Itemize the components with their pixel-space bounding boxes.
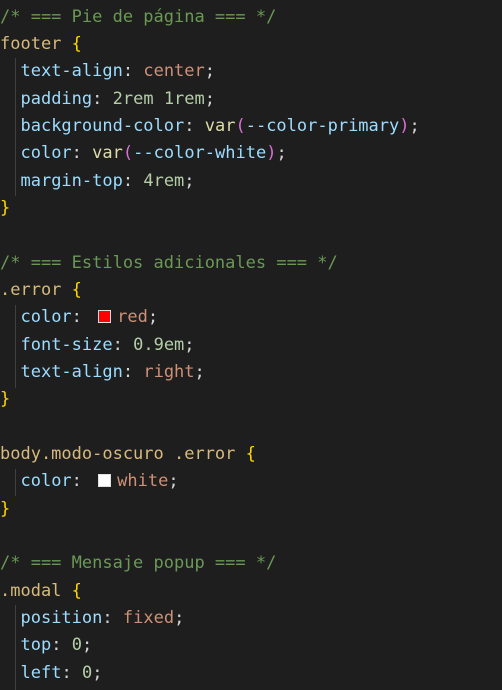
open-brace: {: [71, 581, 82, 601]
code-line: }: [0, 386, 502, 413]
open-paren: (: [235, 116, 246, 136]
property: text-align: [20, 362, 123, 382]
code-line: }: [0, 496, 502, 523]
selector: body.modo-oscuro .error: [0, 444, 236, 464]
code-line: padding: 2rem 1rem;: [0, 86, 502, 113]
code-line: color: white;: [0, 468, 502, 495]
colon: :: [71, 143, 82, 163]
close-brace: }: [0, 499, 11, 519]
property: padding: [20, 89, 93, 109]
property: margin-top: [20, 171, 123, 191]
colon: :: [102, 608, 113, 628]
code-editor[interactable]: /* === Pie de página === */ footer { tex…: [0, 0, 502, 690]
code-line: top: 0;: [0, 632, 502, 659]
close-brace: }: [0, 198, 11, 218]
semicolon: ;: [409, 116, 420, 136]
property: color: [20, 143, 72, 163]
variable: --color-primary: [245, 116, 400, 136]
code-line: text-align: center;: [0, 58, 502, 85]
function: var: [92, 143, 123, 163]
code-line: body.modo-oscuro .error {: [0, 441, 502, 468]
variable: --color-white: [133, 143, 267, 163]
code-line: }: [0, 195, 502, 222]
close-paren: ): [266, 143, 277, 163]
value: 0: [81, 663, 93, 683]
value: 4rem: [143, 171, 185, 191]
semicolon: ;: [194, 362, 205, 382]
color-swatch-icon[interactable]: [98, 474, 112, 487]
semicolon: ;: [276, 143, 287, 163]
value: right: [143, 362, 195, 382]
property: left: [20, 663, 62, 683]
semicolon: ;: [204, 61, 216, 81]
semicolon: ;: [184, 335, 195, 355]
value: 2rem 1rem: [112, 89, 205, 109]
semicolon: ;: [184, 171, 195, 191]
colon: :: [51, 635, 62, 655]
open-paren: (: [122, 143, 134, 163]
value: 0.9em: [133, 335, 185, 355]
comment: /* === Pie de página === */: [0, 7, 277, 27]
selector: .modal: [0, 581, 62, 601]
comment: /* === Estilos adicionales === */: [0, 253, 338, 273]
colon: :: [71, 471, 82, 491]
close-brace: }: [0, 389, 11, 409]
property: font-size: [20, 335, 113, 355]
colon: :: [61, 663, 72, 683]
open-brace: {: [71, 280, 82, 300]
value: white: [117, 471, 169, 491]
code-line: /* === Estilos adicionales === */: [0, 250, 502, 277]
value: fixed: [122, 608, 175, 628]
open-brace: {: [245, 444, 256, 464]
semicolon: ;: [204, 89, 216, 109]
open-brace: {: [71, 34, 82, 54]
code-line: /* === Mensaje popup === */: [0, 550, 502, 577]
code-line: left: 0;: [0, 660, 502, 687]
colon: :: [71, 307, 82, 327]
code-line: color: red;: [0, 304, 502, 331]
property: position: [20, 608, 103, 628]
property: color: [20, 471, 72, 491]
code-line: color: var(--color-white);: [0, 140, 502, 167]
code-line: position: fixed;: [0, 605, 502, 632]
code-line: font-size: 0.9em;: [0, 332, 502, 359]
code-line: text-align: right;: [0, 359, 502, 386]
value: center: [143, 61, 205, 81]
colon: :: [122, 171, 134, 191]
code-line: /* === Pie de página === */: [0, 4, 502, 31]
semicolon: ;: [168, 471, 179, 491]
colon: :: [92, 89, 103, 109]
property: top: [20, 635, 52, 655]
code-line: .modal {: [0, 578, 502, 605]
colon: :: [184, 116, 195, 136]
code-line: footer {: [0, 31, 502, 58]
code-line: margin-top: 4rem;: [0, 168, 502, 195]
function: var: [204, 116, 236, 136]
comment: /* === Mensaje popup === */: [0, 553, 277, 573]
colon: :: [122, 362, 134, 382]
property: text-align: [20, 61, 123, 81]
colon: :: [122, 61, 134, 81]
semicolon: ;: [92, 663, 103, 683]
semicolon: ;: [174, 608, 185, 628]
value: 0: [71, 635, 82, 655]
selector: .error: [0, 280, 62, 300]
close-paren: ): [399, 116, 410, 136]
color-swatch-icon[interactable]: [98, 310, 112, 323]
selector: footer: [0, 34, 62, 54]
value: red: [117, 307, 148, 327]
colon: :: [112, 335, 123, 355]
semicolon: ;: [81, 635, 93, 655]
property: background-color: [20, 116, 185, 136]
code-line: background-color: var(--color-primary);: [0, 113, 502, 140]
semicolon: ;: [147, 307, 159, 327]
code-line: .error {: [0, 277, 502, 304]
property: color: [20, 307, 72, 327]
